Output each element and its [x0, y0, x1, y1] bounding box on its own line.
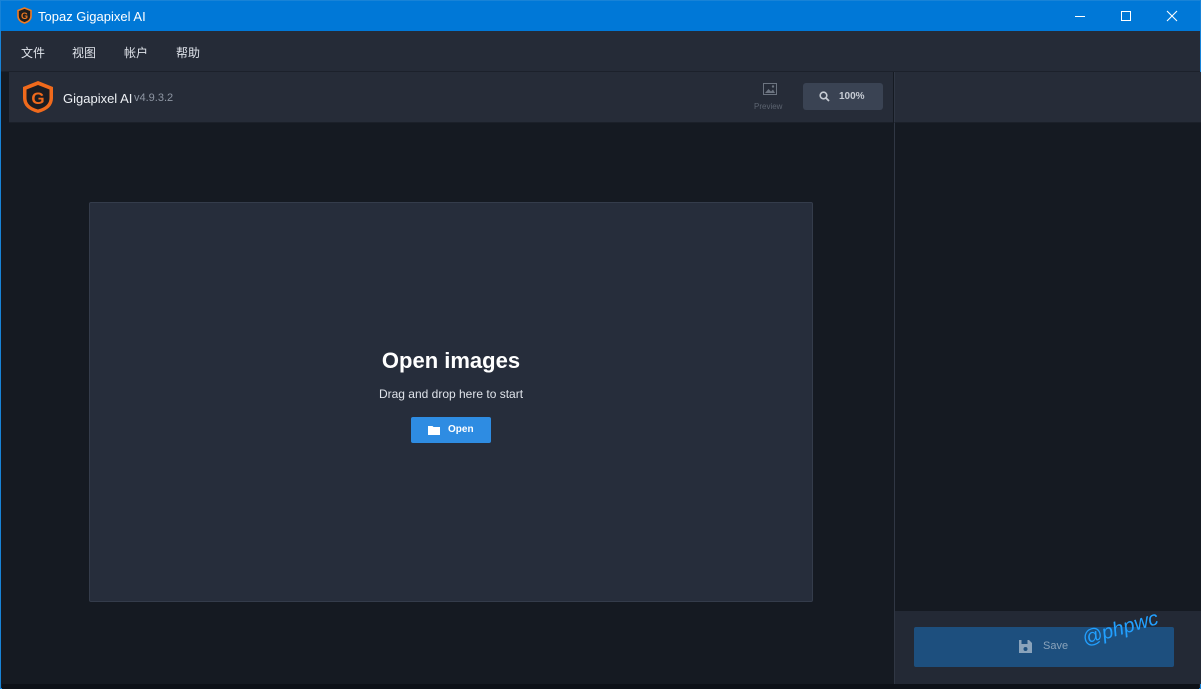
menu-help[interactable]: 帮助 — [176, 44, 200, 61]
search-icon — [819, 91, 830, 102]
close-icon — [1166, 10, 1178, 22]
image-icon — [763, 83, 777, 95]
drop-zone-subtitle: Drag and drop here to start — [378, 387, 524, 401]
topaz-logo-icon: G — [16, 7, 33, 24]
maximize-icon — [1121, 11, 1131, 21]
gigapixel-logo-icon: G — [20, 79, 56, 115]
maximize-button[interactable] — [1103, 1, 1149, 31]
svg-text:G: G — [31, 89, 44, 108]
right-panel — [894, 123, 1201, 611]
header-toolbar: G Gigapixel AI v4.9.3.2 Preview 100% — [9, 72, 893, 123]
app-window: G Topaz Gigapixel AI 文件 视图 帐户 帮助 G Gigap… — [0, 0, 1201, 689]
drop-zone[interactable]: Open images Drag and drop here to start … — [89, 202, 813, 602]
app-name: Gigapixel AI — [63, 91, 133, 106]
image-canvas[interactable]: Open images Drag and drop here to start … — [9, 123, 893, 684]
open-button[interactable]: Open — [411, 417, 491, 443]
save-label: Save — [1043, 640, 1069, 652]
zoom-button[interactable]: 100% — [803, 83, 883, 110]
open-label: Open — [448, 424, 474, 435]
minimize-icon — [1075, 16, 1085, 17]
close-button[interactable] — [1149, 1, 1195, 31]
folder-icon — [428, 426, 440, 435]
svg-text:G: G — [21, 11, 28, 21]
menu-account[interactable]: 帐户 — [124, 44, 148, 61]
app-version: v4.9.3.2 — [134, 92, 174, 104]
save-icon — [1019, 640, 1032, 653]
menu-file[interactable]: 文件 — [21, 44, 45, 61]
zoom-level: 100% — [839, 91, 865, 102]
preview-label: Preview — [754, 102, 783, 111]
window-title: Topaz Gigapixel AI — [38, 9, 146, 24]
minimize-button[interactable] — [1057, 1, 1103, 31]
preview-button[interactable]: Preview — [749, 82, 791, 114]
status-strip — [2, 684, 1199, 689]
menu-view[interactable]: 视图 — [72, 44, 96, 61]
menu-bar: 文件 视图 帐户 帮助 — [1, 31, 1200, 72]
drop-zone-title: Open images — [381, 348, 521, 373]
title-bar[interactable]: G Topaz Gigapixel AI — [1, 1, 1200, 31]
right-panel-header — [894, 72, 1201, 123]
